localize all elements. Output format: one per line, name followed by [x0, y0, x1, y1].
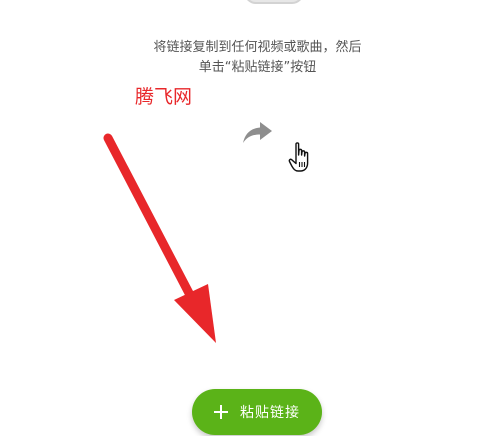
- paste-link-button[interactable]: 粘贴链接: [192, 389, 322, 435]
- watermark-text: 腾飞网: [135, 86, 193, 108]
- plus-icon: [214, 405, 228, 419]
- share-arrow-icon: [243, 122, 272, 143]
- instruction-line-1: 将链接复制到任何视频或歌曲，然后: [153, 40, 362, 55]
- instruction-text: 将链接复制到任何视频或歌曲，然后 单击“粘贴链接”按钮: [110, 38, 405, 78]
- hand-pointer-icon: [288, 142, 309, 172]
- red-annotation-arrow: [103, 133, 216, 343]
- paste-link-label: 粘贴链接: [240, 405, 300, 421]
- instruction-line-2: 单击“粘贴链接”按钮: [198, 60, 317, 75]
- illustration-edge: [244, 0, 304, 4]
